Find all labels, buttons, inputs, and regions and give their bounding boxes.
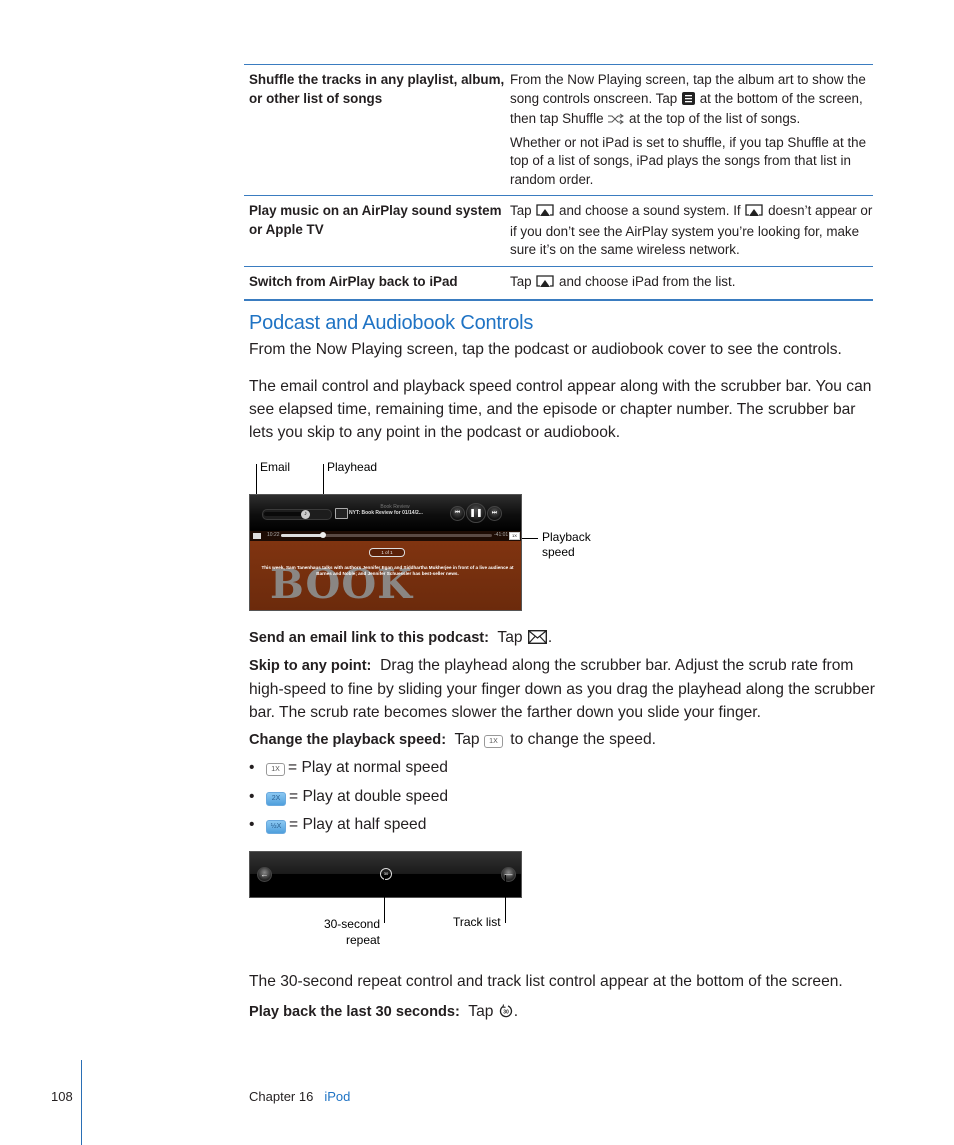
email-icon[interactable] bbox=[253, 533, 261, 539]
repeat-30-icon: 30 bbox=[499, 1002, 513, 1025]
scrubber-paragraph: The email control and playback speed con… bbox=[249, 378, 872, 441]
repeat-30-icon[interactable]: 30 bbox=[380, 868, 392, 880]
speed-2x-badge: 2X bbox=[266, 792, 286, 806]
repeat-instruction: Play back the last 30 seconds: Tap 30. bbox=[249, 1000, 518, 1025]
footer-divider bbox=[81, 1060, 82, 1145]
repeat-leader-line bbox=[384, 875, 385, 923]
playback-speed-callout: Playback speed bbox=[542, 530, 591, 559]
pause-icon[interactable]: ❚❚ bbox=[466, 503, 486, 523]
episode-counter: 1 of 1 bbox=[369, 548, 405, 557]
scrubber-bar: 10:22 -41:01 1X bbox=[250, 531, 521, 541]
bottom-controls-screenshot: ← 30 — bbox=[249, 851, 522, 898]
episode-title: NYT: Book Review for 01/14/2... bbox=[349, 510, 423, 516]
email-icon bbox=[527, 628, 547, 651]
playback-speed-button[interactable]: 1X bbox=[509, 532, 520, 540]
repeat-callout: 30-second repeat bbox=[323, 917, 380, 947]
closing-paragraph: The 30-second repeat control and track l… bbox=[249, 973, 843, 990]
airplay-icon bbox=[536, 204, 554, 223]
list-item: • 1X = Play at normal speed bbox=[249, 759, 448, 776]
page-number: 108 bbox=[51, 1089, 73, 1104]
speed-1x-badge: 1X bbox=[266, 763, 285, 776]
speed-half-badge: ½X bbox=[266, 820, 286, 834]
table-row: Switch from AirPlay back to iPad Tap and… bbox=[244, 267, 873, 300]
task-cell: Shuffle the tracks in any playlist, albu… bbox=[249, 72, 505, 106]
back-arrow-icon[interactable]: ← bbox=[257, 867, 272, 882]
description-cell: Tap and choose iPad from the list. bbox=[506, 267, 873, 300]
airplay-icon bbox=[536, 274, 554, 294]
list-item: • ½X = Play at half speed bbox=[249, 816, 427, 834]
list-item: • 2X = Play at double speed bbox=[249, 788, 449, 806]
description-cell: Tap and choose a sound system. If doesn’… bbox=[510, 203, 873, 257]
task-cell: Switch from AirPlay back to iPad bbox=[249, 273, 458, 289]
table-row: Shuffle the tracks in any playlist, albu… bbox=[244, 65, 873, 196]
remaining-time: -41:01 bbox=[494, 532, 509, 538]
task-cell: Play music on an AirPlay sound system or… bbox=[249, 203, 502, 237]
svg-text:30: 30 bbox=[503, 1010, 509, 1016]
intro-paragraph: From the Now Playing screen, tap the pod… bbox=[249, 341, 842, 358]
description-cell: From the Now Playing screen, tap the alb… bbox=[510, 72, 867, 187]
scrubber-progress bbox=[281, 534, 324, 537]
track-list-icon[interactable]: — bbox=[501, 867, 516, 882]
table-row: Play music on an AirPlay sound system or… bbox=[244, 196, 873, 267]
episode-description: This week, Sam Tanenhaus talks with auth… bbox=[261, 565, 514, 576]
elapsed-time: 10:22 bbox=[267, 532, 280, 538]
speed-instruction: Change the playback speed: Tap 1X to cha… bbox=[249, 731, 656, 748]
email-instruction: Send an email link to this podcast: Tap … bbox=[249, 626, 879, 651]
shuffle-icon bbox=[608, 112, 625, 131]
transport-bar: ♪ Book Review NYT: Book Review for 01/14… bbox=[250, 495, 521, 531]
previous-track-icon[interactable]: ⏮ bbox=[450, 506, 465, 521]
tracklist-leader-line bbox=[505, 875, 506, 923]
speaker-icon: ♪ bbox=[301, 510, 310, 519]
volume-slider[interactable]: ♪ bbox=[262, 509, 332, 520]
airplay-icon bbox=[745, 204, 764, 223]
email-callout: Email bbox=[260, 460, 291, 474]
next-track-icon[interactable]: ⏭ bbox=[487, 506, 502, 521]
skip-instruction: Skip to any point: Drag the playhead alo… bbox=[249, 657, 875, 721]
track-list-callout: Track list bbox=[453, 915, 501, 929]
chapter-link[interactable]: iPod bbox=[324, 1089, 350, 1104]
airplay-icon[interactable] bbox=[335, 508, 348, 519]
task-table: Shuffle the tracks in any playlist, albu… bbox=[244, 64, 873, 301]
podcast-cover[interactable]: 1 of 1 BOOK This week, Sam Tanenhaus tal… bbox=[250, 541, 521, 610]
chapter-footer: Chapter 16 iPod bbox=[249, 1089, 351, 1104]
scrubber-track[interactable] bbox=[281, 532, 492, 538]
playhead-callout: Playhead bbox=[327, 460, 378, 474]
list-icon bbox=[681, 91, 695, 111]
section-heading: Podcast and Audiobook Controls bbox=[249, 312, 534, 334]
playhead[interactable] bbox=[320, 532, 327, 538]
speed-1x-badge: 1X bbox=[483, 735, 503, 748]
podcast-now-playing-screenshot: ♪ Book Review NYT: Book Review for 01/14… bbox=[249, 494, 522, 611]
